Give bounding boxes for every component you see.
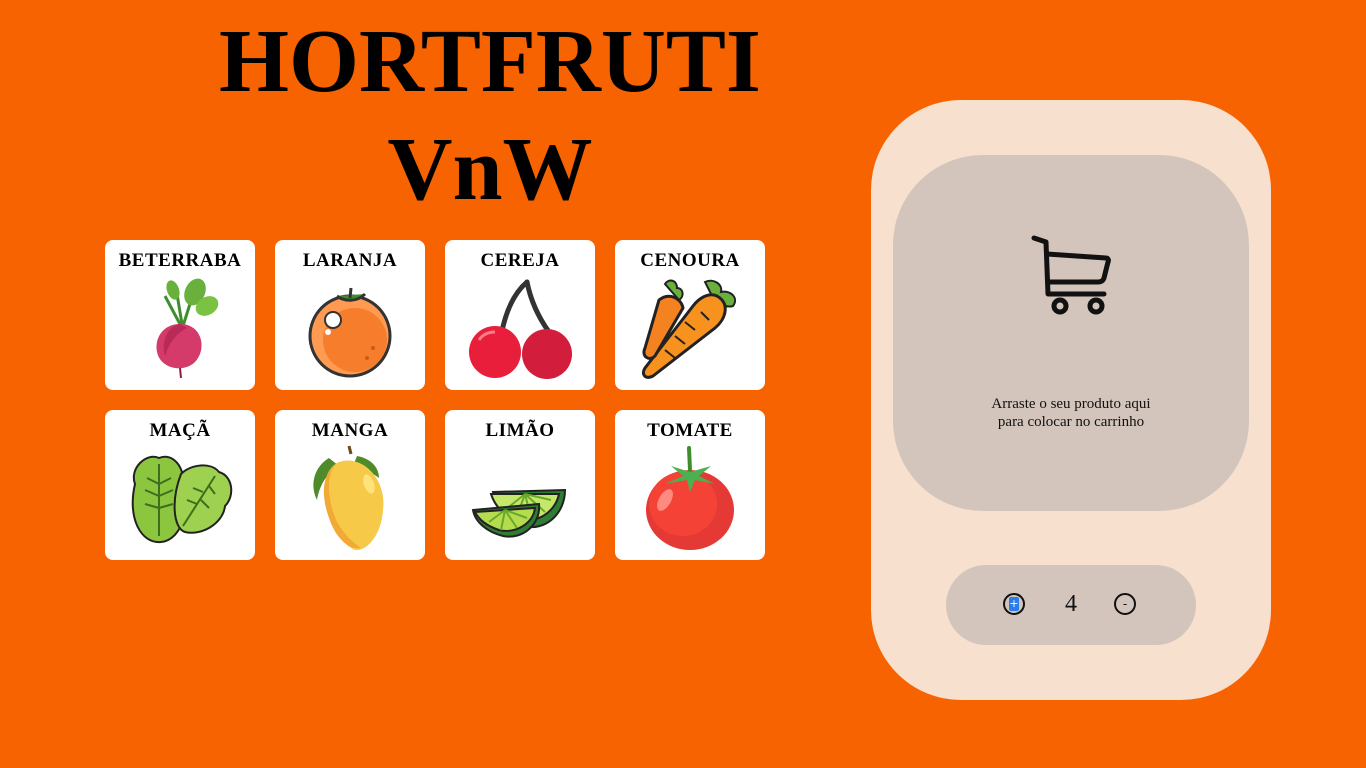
product-label: TOMATE	[647, 420, 733, 441]
increment-button[interactable]: +	[1003, 593, 1025, 615]
product-card-tomate[interactable]: TOMATE	[615, 410, 765, 560]
quantity-counter: + 4 -	[946, 565, 1196, 645]
product-label: LARANJA	[302, 250, 398, 271]
product-label: LIMÃO	[485, 420, 555, 441]
cart-icon	[1031, 235, 1111, 315]
page-title: HORTFRUTI VnW	[180, 8, 800, 224]
quantity-value: 4	[1065, 591, 1077, 617]
plus-icon: +	[1009, 597, 1019, 611]
product-card-manga[interactable]: MANGA	[275, 410, 425, 560]
tomato-icon	[646, 446, 734, 550]
product-card-limao[interactable]: LIMÃO	[445, 410, 595, 560]
product-card-maca[interactable]: MAÇÃ	[105, 410, 255, 560]
dropzone-instructions: Arraste o seu produto aqui para colocar …	[963, 395, 1179, 431]
product-label: MANGA	[311, 420, 389, 441]
mango-icon	[313, 445, 384, 551]
title-line-2: VnW	[387, 120, 593, 219]
cart-dropzone[interactable]: Arraste o seu produto aqui para colocar …	[893, 155, 1249, 511]
product-label: CEREJA	[480, 250, 560, 271]
cherry-icon	[469, 279, 572, 379]
decrement-button[interactable]: -	[1114, 593, 1136, 615]
cart-panel: Arraste o seu produto aqui para colocar …	[871, 100, 1271, 700]
carrot-icon	[641, 279, 737, 379]
title-line-1: HORTFRUTI	[219, 12, 761, 111]
product-label: CENOURA	[640, 250, 740, 271]
lime-icon	[471, 488, 567, 538]
dropzone-text-line-1: Arraste o seu produto aqui	[991, 396, 1151, 412]
product-card-cenoura[interactable]: CENOURA	[615, 240, 765, 390]
lettuce-icon	[131, 455, 233, 544]
product-card-laranja[interactable]: LARANJA	[275, 240, 425, 390]
product-card-cereja[interactable]: CEREJA	[445, 240, 595, 390]
beet-icon	[156, 278, 219, 379]
product-label: MAÇÃ	[149, 420, 211, 441]
product-grid: BETERRABA LARANJA CEREJA CENOURA MAÇÃ MA…	[105, 240, 765, 560]
product-card-beterraba[interactable]: BETERRABA	[105, 240, 255, 390]
dropzone-text-line-2: para colocar no carrinho	[997, 414, 1145, 430]
product-label: BETERRABA	[118, 250, 242, 271]
orange-icon	[308, 287, 392, 378]
